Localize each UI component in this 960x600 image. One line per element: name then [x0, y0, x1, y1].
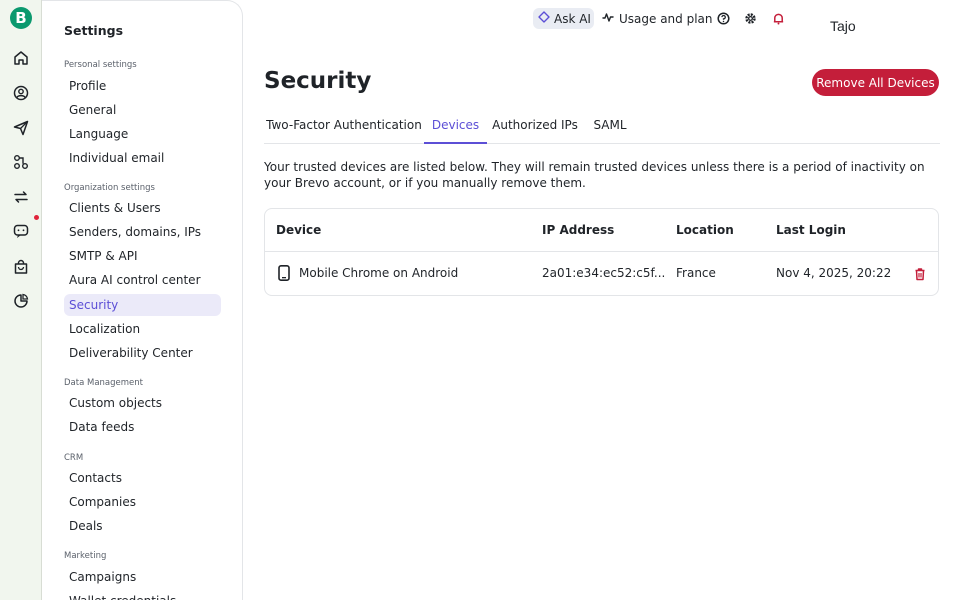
- activity-icon: [602, 11, 614, 26]
- usage-label: Usage and plan: [619, 11, 713, 26]
- table-row-divider: [265, 251, 938, 252]
- help-icon[interactable]: [716, 11, 730, 25]
- notification-dot: [34, 215, 39, 220]
- sidebar-item-wallet-credentials[interactable]: Wallet credentials: [64, 590, 221, 600]
- page-title: Security: [264, 68, 372, 94]
- tab-saml[interactable]: SAML: [583, 110, 637, 144]
- sidebar-item-clients-users[interactable]: Clients & Users: [64, 197, 221, 219]
- section-marketing: Marketing: [64, 551, 107, 561]
- sidebar-item-language[interactable]: Language: [64, 123, 221, 145]
- sidebar-item-deliverability-center[interactable]: Deliverability Center: [64, 342, 221, 364]
- sync-icon[interactable]: [11, 187, 31, 207]
- column-header-ip-address: IP Address: [542, 223, 615, 237]
- bell-icon[interactable]: [771, 11, 785, 25]
- device-last-login: Nov 4, 2025, 20:22: [776, 266, 892, 280]
- contacts-icon[interactable]: [11, 83, 31, 103]
- sidebar-item-security[interactable]: Security: [64, 294, 221, 316]
- automations-icon[interactable]: [11, 152, 31, 172]
- sidebar-item-general[interactable]: General: [64, 99, 221, 121]
- security-tabs: Two-Factor Authentication Devices Author…: [264, 110, 940, 144]
- reports-icon[interactable]: [11, 291, 31, 311]
- tab-two-factor-authentication[interactable]: Two-Factor Authentication: [264, 110, 424, 144]
- trash-icon[interactable]: [913, 266, 927, 281]
- sidebar-item-contacts[interactable]: Contacts: [64, 467, 221, 489]
- column-header-location: Location: [676, 223, 734, 237]
- sidebar-item-localization[interactable]: Localization: [64, 318, 221, 340]
- sidebar-item-profile[interactable]: Profile: [64, 75, 221, 97]
- sidebar-item-senders-domains-ips[interactable]: Senders, domains, IPs: [64, 221, 221, 243]
- section-personal-settings: Personal settings: [64, 60, 137, 70]
- campaigns-icon[interactable]: [11, 118, 31, 138]
- remove-all-devices-button[interactable]: Remove All Devices: [812, 69, 939, 96]
- sidebar-item-smtp-api[interactable]: SMTP & API: [64, 245, 221, 267]
- devices-table: Device IP Address Location Last Login Mo…: [264, 208, 939, 296]
- device-location: France: [676, 266, 716, 280]
- sidebar-title: Settings: [64, 23, 124, 38]
- section-organization-settings: Organization settings: [64, 183, 155, 193]
- user-name[interactable]: Tajo: [830, 18, 856, 34]
- devices-description: Your trusted devices are listed below. T…: [264, 160, 925, 190]
- device-ip-address: 2a01:e34:ec52:c5f...: [542, 266, 666, 280]
- column-header-last-login: Last Login: [776, 223, 846, 237]
- settings-sidebar: Settings Personal settings Profile Gener…: [42, 0, 243, 600]
- tab-devices[interactable]: Devices: [424, 110, 487, 144]
- gear-icon[interactable]: [743, 11, 757, 25]
- sidebar-item-custom-objects[interactable]: Custom objects: [64, 392, 221, 414]
- section-crm: CRM: [64, 453, 84, 463]
- sidebar-item-data-feeds[interactable]: Data feeds: [64, 416, 221, 438]
- sidebar-item-companies[interactable]: Companies: [64, 491, 221, 513]
- sidebar-item-deals[interactable]: Deals: [64, 515, 221, 537]
- home-icon[interactable]: [11, 48, 31, 68]
- section-data-management: Data Management: [64, 378, 143, 388]
- ask-ai-button[interactable]: Ask AI: [533, 8, 594, 29]
- conversations-icon[interactable]: [11, 221, 31, 241]
- smartphone-icon: [277, 265, 291, 281]
- tab-authorized-ips[interactable]: Authorized IPs: [487, 110, 583, 144]
- ecommerce-icon[interactable]: [11, 257, 31, 277]
- ask-ai-label: Ask AI: [554, 11, 591, 26]
- brevo-logo[interactable]: B: [10, 7, 32, 29]
- device-name: Mobile Chrome on Android: [299, 266, 459, 280]
- sidebar-item-aura-ai[interactable]: Aura AI control center: [64, 269, 221, 291]
- sidebar-item-campaigns[interactable]: Campaigns: [64, 566, 221, 588]
- icon-rail: B: [0, 0, 42, 600]
- sidebar-item-individual-email[interactable]: Individual email: [64, 147, 221, 169]
- column-header-device: Device: [276, 223, 322, 237]
- sparkle-icon: [538, 11, 550, 26]
- usage-and-plan-button[interactable]: Usage and plan: [602, 8, 713, 29]
